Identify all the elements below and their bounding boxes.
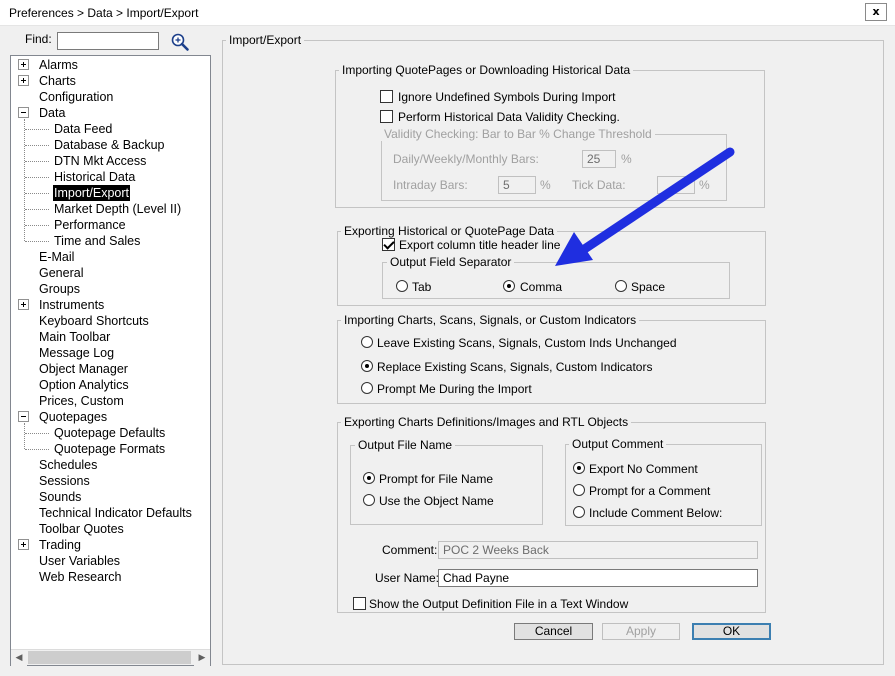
arrow-annotation: [555, 147, 735, 266]
